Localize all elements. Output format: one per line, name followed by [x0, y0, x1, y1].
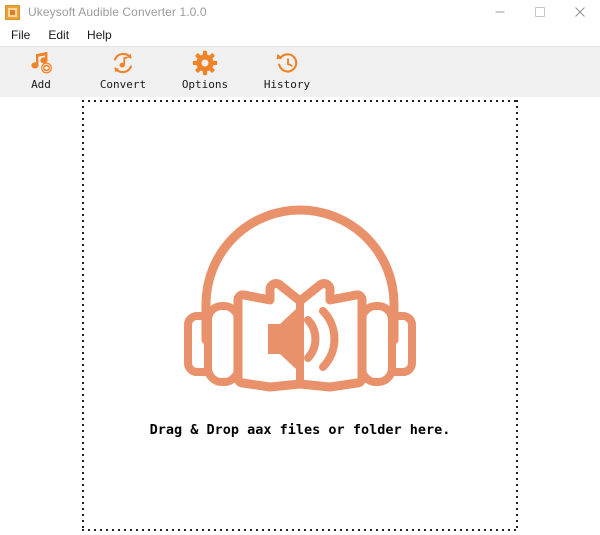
toolbar-label-convert: Convert [99, 78, 147, 91]
audiobook-headphones-icon [184, 205, 416, 392]
app-logo-icon [5, 4, 20, 20]
convert-refresh-note-icon [113, 52, 133, 74]
toolbar-button-convert[interactable]: Convert [82, 50, 164, 96]
toolbar-label-history: History [263, 78, 311, 91]
menu-item-edit[interactable]: Edit [39, 26, 78, 44]
music-note-add-icon [31, 52, 52, 74]
toolbar-button-options[interactable]: Options [164, 50, 246, 96]
menu-item-help[interactable]: Help [78, 26, 121, 44]
menu-item-file[interactable]: File [2, 26, 39, 44]
toolbar-button-history[interactable]: History [246, 50, 328, 96]
clock-history-icon [276, 53, 298, 73]
close-icon [575, 7, 585, 17]
maximize-button[interactable] [520, 0, 560, 24]
minimize-icon [495, 11, 505, 13]
menu-bar: File Edit Help [0, 24, 600, 47]
toolbar: Add Convert Options History [0, 47, 600, 97]
title-bar: Ukeysoft Audible Converter 1.0.0 [0, 0, 600, 25]
window-controls [480, 0, 600, 24]
window-title: Ukeysoft Audible Converter 1.0.0 [28, 5, 207, 19]
maximize-icon [535, 7, 545, 17]
file-drop-zone[interactable]: Drag & Drop aax files or folder here. [82, 100, 518, 531]
toolbar-label-add: Add [31, 78, 51, 91]
close-button[interactable] [560, 0, 600, 24]
gear-icon [192, 50, 218, 76]
minimize-button[interactable] [480, 0, 520, 24]
toolbar-button-add[interactable]: Add [0, 50, 82, 96]
toolbar-label-options: Options [181, 78, 229, 91]
drop-zone-message: Drag & Drop aax files or folder here. [149, 422, 451, 438]
